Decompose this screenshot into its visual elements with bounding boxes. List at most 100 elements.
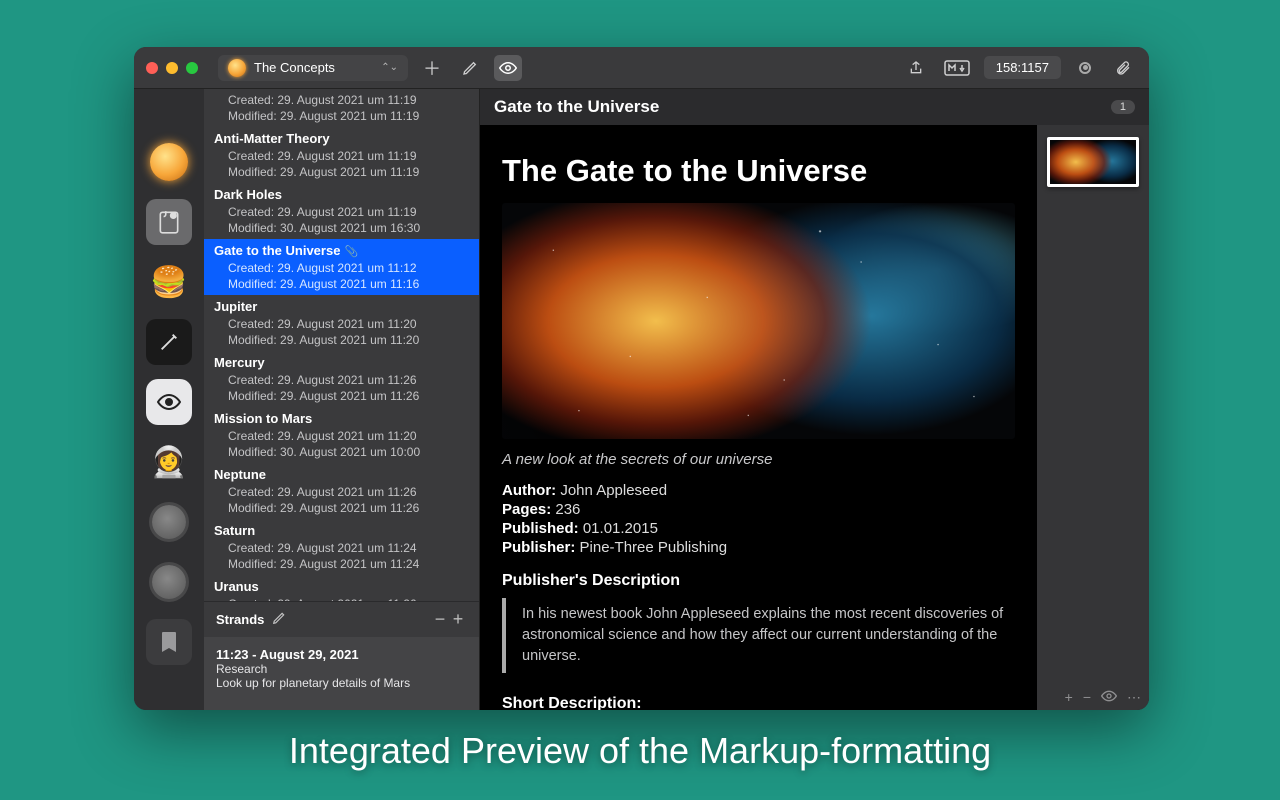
pencil-icon[interactable] — [272, 611, 286, 628]
list-item-meta: Modified: 29. August 2021 um 11:19 — [228, 164, 469, 180]
sun-icon — [228, 59, 246, 77]
list-item-meta: Modified: 29. August 2021 um 11:26 — [228, 500, 469, 516]
list-item[interactable]: NeptuneCreated: 29. August 2021 um 11:26… — [204, 463, 479, 519]
markup-preview[interactable]: The Gate to the Universe A new look at t… — [480, 125, 1037, 710]
close-button[interactable] — [146, 62, 158, 74]
app-window: The Concepts ⌃⌄ ＋ 158:1157 🍔 — [134, 47, 1149, 710]
attachment-thumbnail[interactable] — [1047, 137, 1139, 187]
strand-add-button[interactable]: + — [449, 609, 467, 630]
paperclip-icon: 📎 — [344, 246, 358, 258]
strands-bar: Strands − + — [204, 601, 479, 637]
record-button[interactable] — [1071, 55, 1099, 81]
list-item-title: Neptune — [214, 466, 469, 484]
preview-mode-button[interactable] — [494, 55, 522, 81]
sun-icon — [150, 143, 188, 181]
list-item[interactable]: Mission to MarsCreated: 29. August 2021 … — [204, 407, 479, 463]
attachment-count-badge[interactable]: 1 — [1111, 100, 1135, 114]
list-item-meta: Modified: 29. August 2021 um 11:24 — [228, 556, 469, 572]
pub-desc-heading: Publisher's Description — [502, 572, 1015, 590]
pages-line: Pages: 236 — [502, 501, 1015, 518]
list-item[interactable]: JupiterCreated: 29. August 2021 um 11:20… — [204, 295, 479, 351]
list-item-title: Uranus — [214, 578, 469, 596]
list-item-meta: Created: 29. August 2021 um 11:20 — [228, 428, 469, 444]
sidebar-item-sun[interactable] — [146, 139, 192, 185]
marketing-caption: Integrated Preview of the Markup-formatt… — [0, 730, 1280, 772]
task-kind: Research — [216, 662, 467, 676]
strand-remove-button[interactable]: − — [431, 609, 449, 630]
add-button[interactable]: ＋ — [418, 55, 446, 81]
list-item-title: Saturn — [214, 522, 469, 540]
attachment-tools: + − ⋯ — [1065, 689, 1141, 706]
pub-desc-quote: In his newest book John Appleseed explai… — [502, 598, 1015, 673]
fullscreen-button[interactable] — [186, 62, 198, 74]
sidebar-item-burger[interactable]: 🍔 — [146, 259, 192, 305]
document-title: The Concepts — [254, 60, 335, 75]
list-item-meta: Created: 29. August 2021 um 11:26 — [228, 372, 469, 388]
attach-add-button[interactable]: + — [1065, 689, 1073, 706]
list-item-meta: Modified: 29. August 2021 um 11:19 — [228, 108, 469, 124]
list-item-meta: Modified: 29. August 2021 um 11:16 — [228, 276, 469, 292]
list-item-meta: Created: 29. August 2021 um 11:24 — [228, 540, 469, 556]
preview-h1: The Gate to the Universe — [502, 153, 1015, 189]
published-line: Published: 01.01.2015 — [502, 520, 1015, 537]
chevron-updown-icon: ⌃⌄ — [381, 62, 398, 73]
list-item[interactable]: MercuryCreated: 29. August 2021 um 11:26… — [204, 351, 479, 407]
list-item[interactable]: SaturnCreated: 29. August 2021 um 11:24M… — [204, 519, 479, 575]
edit-button[interactable] — [456, 55, 484, 81]
task-time: 11:23 - August 29, 2021 — [216, 647, 467, 662]
sidebar-item-alert1[interactable] — [146, 499, 192, 545]
main-pane: Gate to the Universe 1 The Gate to the U… — [480, 89, 1149, 710]
short-desc-heading: Short Description: — [502, 695, 1015, 710]
list-item-meta: Created: 29. August 2021 um 11:19 — [228, 92, 469, 108]
attachment-panel — [1037, 125, 1149, 710]
window-controls — [146, 62, 198, 74]
word-counter[interactable]: 158:1157 — [984, 56, 1061, 79]
list-item-title: Gate to the Universe📎 — [214, 242, 469, 260]
attach-remove-button[interactable]: − — [1083, 689, 1091, 706]
list-item-meta: Modified: 29. August 2021 um 11:20 — [228, 332, 469, 348]
list-item-meta: Created: 29. August 2021 um 11:19 — [228, 148, 469, 164]
list-item-meta: Modified: 30. August 2021 um 16:30 — [228, 220, 469, 236]
attachment-button[interactable] — [1109, 55, 1137, 81]
sidebar-item-bookmark[interactable] — [146, 619, 192, 665]
task-text: Look up for planetary details of Mars — [216, 676, 467, 690]
list-item-title: Anti-Matter Theory — [214, 130, 469, 148]
document-list: Created: 29. August 2021 um 11:19Modifie… — [204, 89, 480, 710]
sidebar-item-alert2[interactable] — [146, 559, 192, 605]
document-header: Gate to the Universe 1 — [480, 89, 1149, 125]
document-header-title: Gate to the Universe — [494, 97, 659, 117]
author-line: Author: John Appleseed — [502, 482, 1015, 499]
document-dropdown[interactable]: The Concepts ⌃⌄ — [218, 55, 408, 81]
titlebar: The Concepts ⌃⌄ ＋ 158:1157 — [134, 47, 1149, 89]
list-item-title: Jupiter — [214, 298, 469, 316]
attach-view-button[interactable] — [1101, 689, 1117, 706]
list-item-meta: Created: 29. August 2021 um 11:19 — [228, 204, 469, 220]
list-item[interactable]: Anti-Matter TheoryCreated: 29. August 20… — [204, 127, 479, 183]
sidebar-item-preview[interactable] — [146, 379, 192, 425]
sidebar-item-attachments[interactable] — [146, 199, 192, 245]
list-item-meta: Modified: 30. August 2021 um 10:00 — [228, 444, 469, 460]
list-item-meta: Created: 29. August 2021 um 11:20 — [228, 316, 469, 332]
list-item[interactable]: Created: 29. August 2021 um 11:19Modifie… — [204, 89, 479, 127]
list-item-meta: Created: 29. August 2021 um 11:12 — [228, 260, 469, 276]
strands-label: Strands — [216, 612, 264, 627]
share-button[interactable] — [902, 55, 930, 81]
list-item-title: Mission to Mars — [214, 410, 469, 428]
sidebar-item-ink[interactable] — [146, 319, 192, 365]
list-item[interactable]: UranusCreated: 29. August 2021 um 11:26M… — [204, 575, 479, 601]
tagline: A new look at the secrets of our univers… — [502, 451, 1015, 468]
publisher-line: Publisher: Pine-Three Publishing — [502, 539, 1015, 556]
markdown-toggle-button[interactable] — [940, 55, 974, 81]
hero-image — [502, 203, 1015, 439]
list-item[interactable]: Gate to the Universe📎Created: 29. August… — [204, 239, 479, 295]
list-item-title: Mercury — [214, 354, 469, 372]
list-item-meta: Modified: 29. August 2021 um 11:26 — [228, 388, 469, 404]
minimize-button[interactable] — [166, 62, 178, 74]
task-note[interactable]: 11:23 - August 29, 2021 Research Look up… — [204, 637, 479, 710]
icon-sidebar: 🍔 👩‍🚀 — [134, 89, 204, 710]
list-item[interactable]: Dark HolesCreated: 29. August 2021 um 11… — [204, 183, 479, 239]
list-item-meta: Created: 29. August 2021 um 11:26 — [228, 484, 469, 500]
attach-more-button[interactable]: ⋯ — [1127, 689, 1141, 706]
sidebar-item-astronaut[interactable]: 👩‍🚀 — [146, 439, 192, 485]
list-item-title: Dark Holes — [214, 186, 469, 204]
